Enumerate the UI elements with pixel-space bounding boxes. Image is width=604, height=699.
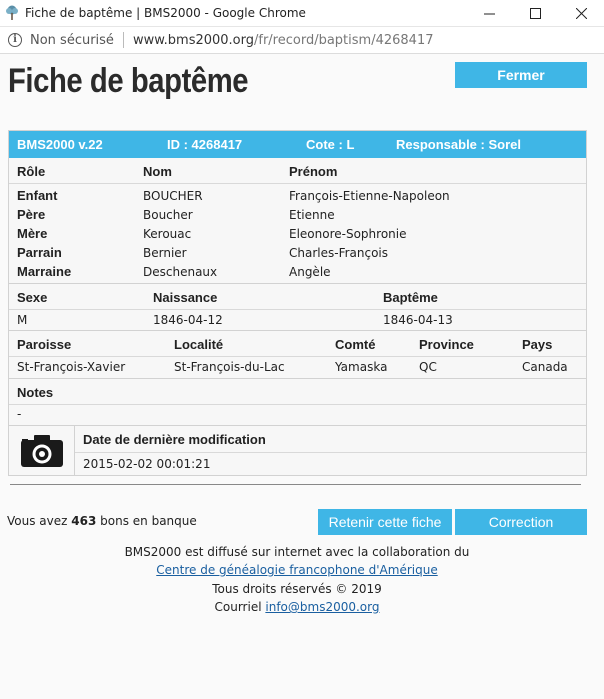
location-section: Paroisse Localité Comté Province Pays St… [9,330,586,378]
footer-contact: Courriel info@bms2000.org [0,600,594,614]
retain-record-button[interactable]: Retenir cette fiche [318,509,452,535]
value-bapteme: 1846-04-13 [383,313,453,327]
header-sexe: Sexe [17,290,48,305]
footer-link-line: Centre de généalogie francophone d'Améri… [0,563,594,577]
header-paroisse: Paroisse [17,337,72,352]
notes-header-row: Notes [9,379,586,405]
centre-genealogie-link[interactable]: Centre de généalogie francophone d'Améri… [156,563,437,577]
record-cote: Cote : L [306,137,355,152]
table-row: Père Boucher Etienne [9,205,586,224]
person-role: Marraine [17,264,72,279]
person-nom: Deschenaux [143,265,218,279]
table-row: St-François-Xavier St-François-du-Lac Ya… [9,357,586,378]
notes-row: - [9,405,586,425]
table-row: M 1846-04-12 1846-04-13 [9,310,586,330]
record-header: BMS2000 v.22 ID : 4268417 Cote : L Respo… [9,131,586,158]
value-naissance: 1846-04-12 [153,313,223,327]
value-province: QC [419,360,437,374]
value-localite: St-François-du-Lac [174,360,285,374]
header-bapteme: Baptême [383,290,438,305]
dates-header-row: Sexe Naissance Baptême [9,284,586,310]
camera-icon [20,434,63,467]
record-id: ID : 4268417 [167,137,243,152]
record-responsable: Responsable : Sorel [396,137,521,152]
record-version: BMS2000 v.22 [17,137,103,152]
divider [10,484,581,485]
header-prenom: Prénom [289,164,338,179]
modification-section: Date de dernière modification 2015-02-02… [9,425,586,475]
person-nom: Bernier [143,246,187,260]
value-pays: Canada [522,360,568,374]
person-role: Parrain [17,245,62,260]
table-row: Parrain Bernier Charles-François [9,243,586,262]
footer-rights: Tous droits réservés © 2019 [212,582,382,596]
location-header-row: Paroisse Localité Comté Province Pays [9,331,586,357]
value-paroisse: St-François-Xavier [17,360,126,374]
address-bar[interactable]: i Non sécurisé www.bms2000.org/fr/record… [0,27,604,54]
address-separator [122,32,124,48]
person-nom: Boucher [143,208,193,222]
page-content: Fiche de baptême Fermer BMS2000 v.22 ID … [0,54,604,699]
bons-suffix: bons en banque [100,514,197,528]
tree-icon [4,5,20,21]
modification-value: 2015-02-02 00:01:21 [83,457,211,471]
table-row: Marraine Deschenaux Angèle [9,262,586,281]
header-nom: Nom [143,164,172,179]
title-bar: Fiche de baptême | BMS2000 - Google Chro… [0,0,604,27]
close-record-button[interactable]: Fermer [455,62,587,88]
minimize-button[interactable] [466,0,512,27]
page-title: Fiche de baptême [8,62,249,100]
person-prenom: Charles-François [289,246,389,260]
notes-header: Notes [17,385,54,400]
modification-header-row: Date de dernière modification [75,426,586,453]
header-comte: Comté [335,337,376,352]
person-prenom: Angèle [289,265,331,279]
url-path: /fr/record/baptism/4268417 [254,32,434,48]
maximize-icon [529,8,541,19]
dates-section: Sexe Naissance Baptême M 1846-04-12 1846… [9,283,586,330]
bons-prefix: Vous avez [7,514,68,528]
minimize-icon [483,13,495,15]
security-label[interactable]: Non sécurisé [30,33,114,48]
header-localite: Localité [174,337,224,352]
close-window-button[interactable] [558,0,604,27]
record-card: BMS2000 v.22 ID : 4268417 Cote : L Respo… [8,130,587,476]
person-prenom: Etienne [289,208,335,222]
header-role: Rôle [17,164,46,179]
table-row: Mère Kerouac Eleonore-Sophronie [9,224,586,243]
bons-count: 463 [71,514,97,528]
window-title: Fiche de baptême | BMS2000 - Google Chro… [25,6,306,20]
modification-header: Date de dernière modification [83,432,266,447]
persons-section: Rôle Nom Prénom Enfant BOUCHER François-… [9,158,586,283]
url-text[interactable]: www.bms2000.org/fr/record/baptism/426841… [133,33,434,48]
footer-line1: BMS2000 est diffusé sur internet avec la… [124,545,470,559]
info-icon[interactable]: i [8,33,22,47]
correction-button[interactable]: Correction [455,509,587,535]
person-prenom: François-Etienne-Napoleon [289,189,450,203]
notes-section: Notes - [9,378,586,425]
person-prenom: Eleonore-Sophronie [289,227,407,241]
person-nom: BOUCHER [143,189,203,203]
header-pays: Pays [522,337,553,352]
person-role: Père [17,207,46,222]
value-sexe: M [17,313,28,327]
camera-cell[interactable] [9,426,75,475]
person-role: Mère [17,226,48,241]
persons-header-row: Rôle Nom Prénom [9,158,586,184]
person-nom: Kerouac [143,227,192,241]
url-host: www.bms2000.org [132,32,254,48]
close-icon [575,8,587,19]
value-comte: Yamaska [335,360,388,374]
email-link[interactable]: info@bms2000.org [265,600,379,614]
window-controls [466,0,604,27]
maximize-button[interactable] [512,0,558,27]
person-role: Enfant [17,188,58,203]
bons-balance: Vous avez 463 bons en banque [7,514,197,528]
header-naissance: Naissance [153,290,218,305]
header-province: Province [419,337,474,352]
notes-value: - [17,407,22,421]
table-row: Enfant BOUCHER François-Etienne-Napoleon [9,186,586,205]
contact-prefix: Courriel [214,600,262,614]
